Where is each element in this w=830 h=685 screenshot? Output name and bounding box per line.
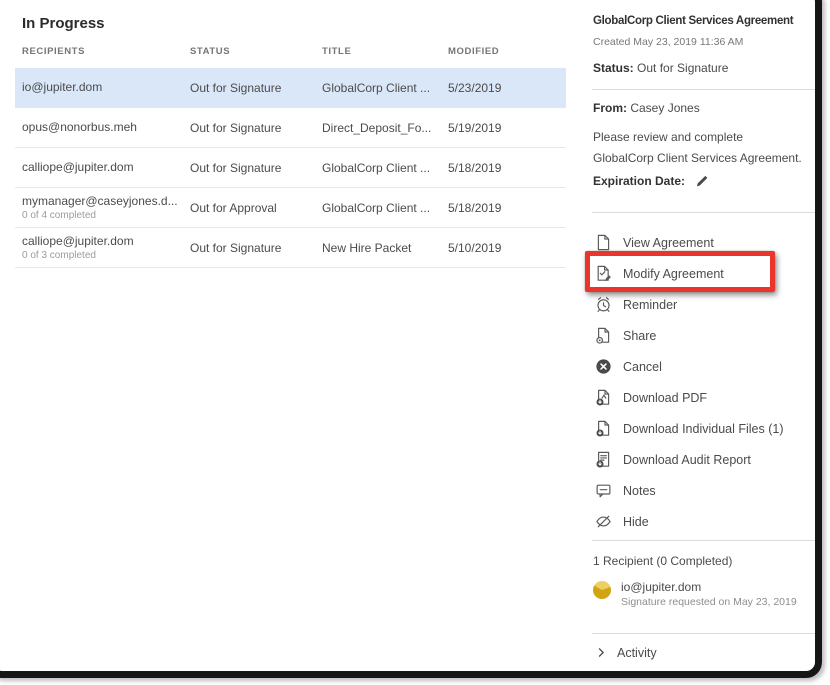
agreement-message: Please review and complete GlobalCorp Cl… — [593, 127, 805, 169]
column-header-title[interactable]: TITLE — [322, 46, 448, 57]
recipients-header: 1 Recipient (0 Completed) — [593, 554, 815, 568]
row-recipient: io@jupiter.dom — [22, 80, 190, 95]
cancel-circle-icon — [595, 358, 612, 375]
row-modified: 5/19/2019 — [448, 121, 566, 135]
recipient-email: io@jupiter.dom — [621, 579, 797, 595]
row-modified: 5/18/2019 — [448, 201, 566, 215]
status-label: Status: — [593, 61, 634, 75]
divider — [592, 212, 818, 213]
row-title: GlobalCorp Client ... — [322, 161, 448, 175]
share-button[interactable]: Share — [593, 320, 815, 351]
action-label: View Agreement — [623, 236, 714, 250]
column-header-status[interactable]: STATUS — [190, 46, 322, 57]
divider — [592, 633, 818, 634]
row-recipient: mymanager@caseyjones.d... — [22, 194, 190, 209]
action-label: Modify Agreement — [623, 267, 724, 281]
recipient-item[interactable]: io@jupiter.dom Signature requested on Ma… — [593, 579, 815, 610]
agreement-created-date: Created May 23, 2019 11:36 AM — [593, 36, 815, 48]
expiration-label: Expiration Date: — [593, 174, 685, 188]
agreement-status-line: Status: Out for Signature — [593, 61, 815, 75]
alarm-clock-icon — [595, 296, 612, 313]
table-row[interactable]: opus@nonorbus.meh Out for Signature Dire… — [15, 108, 566, 148]
modify-agreement-button[interactable]: Modify Agreement — [593, 258, 815, 289]
action-label: Cancel — [623, 360, 662, 374]
pencil-icon[interactable] — [694, 172, 711, 189]
document-icon — [595, 234, 612, 251]
row-status: Out for Signature — [190, 81, 322, 95]
row-status: Out for Signature — [190, 241, 322, 255]
row-status: Out for Approval — [190, 201, 322, 215]
row-recipient: calliope@jupiter.dom — [22, 234, 190, 249]
action-label: Share — [623, 329, 656, 343]
row-modified: 5/10/2019 — [448, 241, 566, 255]
row-progress: 0 of 4 completed — [22, 209, 190, 222]
action-label: Notes — [623, 484, 656, 498]
document-share-icon — [595, 327, 612, 344]
activity-label: Activity — [617, 646, 657, 660]
table-header: RECIPIENTS STATUS TITLE MODIFIED — [15, 46, 566, 68]
hide-eye-icon — [595, 513, 612, 530]
document-edit-icon — [595, 265, 612, 282]
hide-button[interactable]: Hide — [593, 506, 815, 537]
agreement-from-line: From: Casey Jones — [593, 101, 815, 115]
row-modified: 5/23/2019 — [448, 81, 566, 95]
row-progress: 0 of 3 completed — [22, 249, 190, 262]
action-list: View Agreement Modify Agreement Remi — [593, 227, 815, 537]
action-label: Download PDF — [623, 391, 707, 405]
reminder-button[interactable]: Reminder — [593, 289, 815, 320]
download-audit-report-button[interactable]: Download Audit Report — [593, 444, 815, 475]
column-header-modified[interactable]: MODIFIED — [448, 46, 566, 57]
action-label: Reminder — [623, 298, 677, 312]
expiration-row: Expiration Date: — [593, 172, 815, 189]
action-label: Download Audit Report — [623, 453, 751, 467]
view-agreement-button[interactable]: View Agreement — [593, 227, 815, 258]
page-title: In Progress — [22, 14, 566, 33]
notes-button[interactable]: Notes — [593, 475, 815, 506]
from-label: From: — [593, 101, 627, 115]
row-title: GlobalCorp Client ... — [322, 81, 448, 95]
chevron-right-icon — [593, 644, 610, 661]
row-recipient: opus@nonorbus.meh — [22, 120, 190, 135]
row-status: Out for Signature — [190, 161, 322, 175]
download-pdf-icon — [595, 389, 612, 406]
download-individual-files-button[interactable]: Download Individual Files (1) — [593, 413, 815, 444]
activity-expander[interactable]: Activity — [593, 644, 815, 661]
from-value: Casey Jones — [630, 101, 699, 115]
divider — [592, 540, 818, 541]
table-row[interactable]: calliope@jupiter.dom Out for Signature G… — [15, 148, 566, 188]
table-row[interactable]: mymanager@caseyjones.d... 0 of 4 complet… — [15, 188, 566, 228]
action-label: Download Individual Files (1) — [623, 422, 784, 436]
download-file-icon — [595, 420, 612, 437]
divider — [592, 89, 818, 90]
action-label: Hide — [623, 515, 649, 529]
row-recipient: calliope@jupiter.dom — [22, 160, 190, 175]
table-row[interactable]: calliope@jupiter.dom 0 of 3 completed Ou… — [15, 228, 566, 268]
table-row[interactable]: io@jupiter.dom Out for Signature GlobalC… — [15, 68, 566, 108]
notes-icon — [595, 482, 612, 499]
agreement-title: GlobalCorp Client Services Agreement — [593, 15, 815, 27]
row-title: Direct_Deposit_Fo... — [322, 121, 448, 135]
row-status: Out for Signature — [190, 121, 322, 135]
status-value: Out for Signature — [637, 61, 728, 75]
in-progress-pane: In Progress RECIPIENTS STATUS TITLE MODI… — [15, 10, 566, 268]
download-pdf-button[interactable]: Download PDF — [593, 382, 815, 413]
cancel-button[interactable]: Cancel — [593, 351, 815, 382]
recipient-avatar — [593, 581, 611, 599]
app-window: In Progress RECIPIENTS STATUS TITLE MODI… — [0, 0, 830, 685]
row-modified: 5/18/2019 — [448, 161, 566, 175]
recipient-detail: Signature requested on May 23, 2019 — [621, 595, 797, 610]
download-report-icon — [595, 451, 612, 468]
column-header-recipients[interactable]: RECIPIENTS — [22, 46, 190, 57]
row-title: New Hire Packet — [322, 241, 448, 255]
row-title: GlobalCorp Client ... — [322, 201, 448, 215]
